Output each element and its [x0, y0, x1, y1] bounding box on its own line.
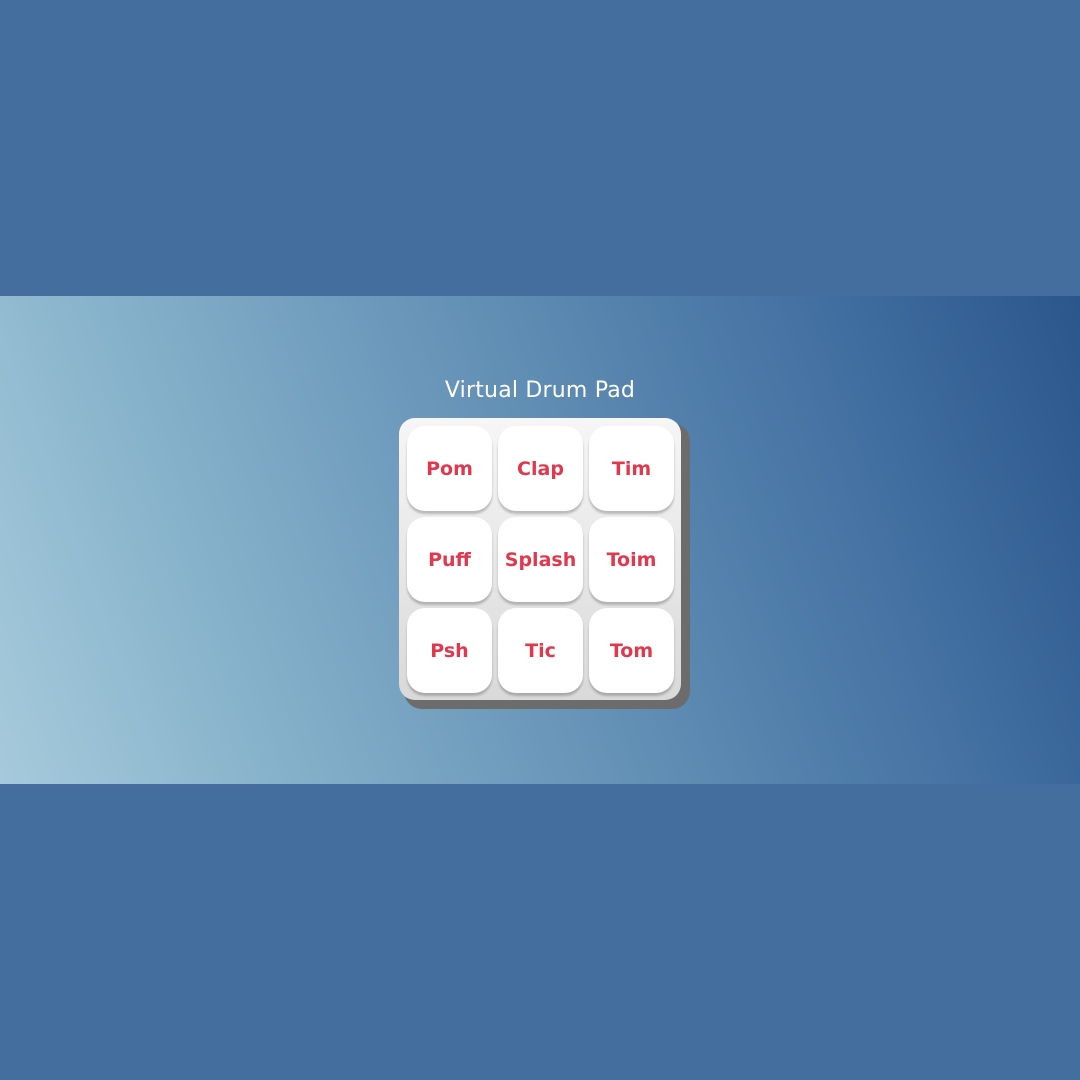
drum-pad-splash[interactable]: Splash — [498, 517, 583, 602]
drum-pad-tim[interactable]: Tim — [589, 426, 674, 511]
drum-pad-label: Splash — [504, 548, 577, 571]
drum-pad-puff[interactable]: Puff — [407, 517, 492, 602]
drum-pad-clap[interactable]: Clap — [498, 426, 583, 511]
drum-pad-label: Psh — [430, 639, 469, 662]
drum-pad-tic[interactable]: Tic — [498, 608, 583, 693]
drum-pad-toim[interactable]: Toim — [589, 517, 674, 602]
drum-pad-label: Toim — [606, 548, 657, 571]
drum-pad-psh[interactable]: Psh — [407, 608, 492, 693]
drum-pad-label: Clap — [517, 457, 564, 480]
drum-pad-pom[interactable]: Pom — [407, 426, 492, 511]
drum-pad-grid: Pom Clap Tim Puff Splash Toim Psh Tic To… — [407, 426, 675, 694]
drum-pad-label: Tom — [609, 639, 654, 662]
drum-pad-label: Tic — [525, 639, 556, 662]
drum-pad-label: Puff — [428, 548, 471, 571]
page-title: Virtual Drum Pad — [444, 378, 636, 403]
drum-pad-tom[interactable]: Tom — [589, 608, 674, 693]
drum-pad-label: Pom — [426, 457, 473, 480]
drum-pad-label: Tim — [611, 457, 652, 480]
